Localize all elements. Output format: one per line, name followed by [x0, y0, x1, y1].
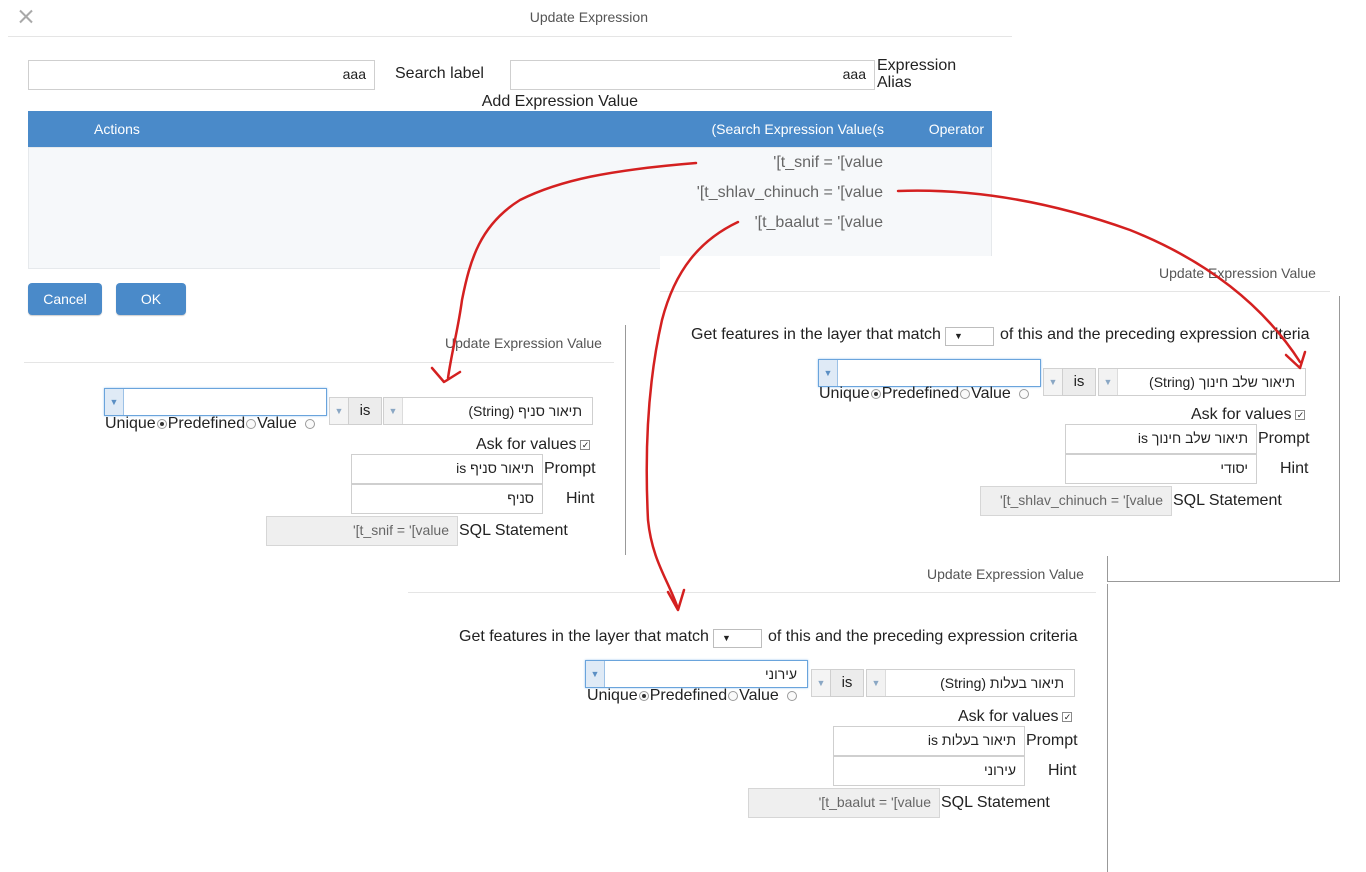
- divider: [8, 36, 1012, 37]
- chevron-down-icon[interactable]: ▼: [811, 669, 831, 697]
- header-operator: Operator: [928, 121, 984, 137]
- operator-select[interactable]: is: [1062, 368, 1096, 396]
- chevron-down-icon[interactable]: ▼: [384, 398, 403, 424]
- panel-border: [625, 325, 626, 555]
- radio-value[interactable]: [246, 418, 257, 429]
- checkbox-checked-icon[interactable]: ✓: [1062, 711, 1073, 722]
- update-expression-value-panel-bottom: Update Expression Value Get features in …: [408, 556, 1108, 872]
- panel-border: [1339, 296, 1340, 582]
- get-features-label: Get features in the layer that match: [459, 628, 709, 645]
- value-combobox[interactable]: ▼: [104, 388, 327, 416]
- match-select[interactable]: ▼: [713, 629, 762, 648]
- field-select[interactable]: ▼ תיאור סניף (String): [383, 397, 593, 425]
- chevron-down-icon[interactable]: ▼: [867, 670, 886, 696]
- search-label-input[interactable]: aaa: [28, 60, 375, 90]
- panel-title: Update Expression Value: [1159, 265, 1316, 281]
- hint-input[interactable]: עירוני: [833, 756, 1025, 786]
- sql-statement-field: '[t_baalut = '[value: [748, 788, 940, 818]
- value-type-radios: Unique Predefined Value: [587, 687, 798, 705]
- radio-predefined[interactable]: [638, 690, 649, 701]
- prompt-label: Prompt: [1026, 732, 1078, 749]
- radio-predefined[interactable]: [870, 388, 881, 399]
- update-expression-value-panel-left: Update Expression Value ▼ ▼ is ▼ תיאור ס…: [0, 325, 630, 560]
- operator-select[interactable]: is: [830, 669, 864, 697]
- divider: [660, 291, 1330, 292]
- value-combobox[interactable]: ▼ עירוני: [585, 660, 808, 688]
- chevron-down-icon[interactable]: ▼: [819, 360, 838, 386]
- radio-value[interactable]: [960, 388, 971, 399]
- sql-statement-label: SQL Statement: [941, 794, 1050, 811]
- hint-label: Hint: [1280, 460, 1309, 477]
- update-expression-value-panel-right: Update Expression Value Get features in …: [660, 256, 1342, 584]
- panel-title: Update Expression Value: [927, 566, 1084, 582]
- radio-unique[interactable]: [1018, 388, 1029, 399]
- divider: [408, 592, 1096, 593]
- ok-button[interactable]: OK: [116, 283, 186, 315]
- chevron-down-icon[interactable]: ▼: [1099, 369, 1118, 395]
- chevron-down-icon[interactable]: ▼: [105, 389, 124, 415]
- ask-for-values-row: Ask for values ✓: [958, 708, 1073, 725]
- sql-statement-field: '[t_snif = '[value: [266, 516, 458, 546]
- radio-predefined[interactable]: [156, 418, 167, 429]
- header-values: (Search Expression Value(s: [711, 121, 884, 137]
- cancel-button[interactable]: Cancel: [28, 283, 102, 315]
- field-select[interactable]: ▼ תיאור בעלות (String): [866, 669, 1075, 697]
- field-select[interactable]: ▼ תיאור שלב חינוך (String): [1098, 368, 1306, 396]
- criteria-label: of this and the preceding expression cri…: [1000, 326, 1310, 343]
- radio-unique[interactable]: [786, 690, 797, 701]
- sql-statement-label: SQL Statement: [1173, 492, 1282, 509]
- list-item[interactable]: '[t_snif = '[value: [773, 154, 883, 172]
- checkbox-checked-icon[interactable]: ✓: [1295, 409, 1306, 420]
- list-item[interactable]: '[t_baalut = '[value: [755, 214, 883, 232]
- expressions-table-header: Operator (Search Expression Value(s Acti…: [28, 111, 992, 147]
- chevron-down-icon[interactable]: ▼: [586, 661, 605, 687]
- close-icon[interactable]: [16, 7, 36, 27]
- radio-value[interactable]: [728, 690, 739, 701]
- chevron-down-icon[interactable]: ▼: [329, 397, 349, 425]
- prompt-input[interactable]: תיאור שלב חינוך is: [1065, 424, 1257, 454]
- dialog-title: Update Expression: [529, 9, 648, 25]
- panel-title: Update Expression Value: [445, 335, 602, 351]
- ask-for-values-row: Ask for values ✓: [476, 436, 591, 453]
- value-combobox[interactable]: ▼: [818, 359, 1041, 387]
- criteria-label: of this and the preceding expression cri…: [768, 628, 1078, 645]
- value-type-radios: Unique Predefined Value: [819, 385, 1030, 403]
- get-features-label: Get features in the layer that match: [691, 326, 941, 343]
- list-item[interactable]: '[t_shlav_chinuch = '[value: [697, 184, 883, 202]
- chevron-down-icon[interactable]: ▼: [1043, 368, 1063, 396]
- expressions-list: '[t_snif = '[value '[t_shlav_chinuch = '…: [28, 147, 992, 269]
- prompt-label: Prompt: [544, 460, 596, 477]
- panel-border-bottom: [1108, 581, 1340, 582]
- ask-for-values-row: Ask for values ✓: [1191, 406, 1306, 423]
- add-expression-value-link[interactable]: Add Expression Value: [482, 93, 638, 111]
- sql-statement-label: SQL Statement: [459, 522, 568, 539]
- expression-alias-input[interactable]: aaa: [510, 60, 875, 90]
- expression-alias-label: Expression Alias: [877, 57, 957, 91]
- hint-input[interactable]: יסודי: [1065, 454, 1257, 484]
- radio-unique[interactable]: [304, 418, 315, 429]
- prompt-input[interactable]: תיאור סניף is: [351, 454, 543, 484]
- divider: [24, 362, 614, 363]
- value-type-radios: Unique Predefined Value: [105, 415, 316, 433]
- prompt-label: Prompt: [1258, 430, 1310, 447]
- hint-label: Hint: [1048, 762, 1077, 779]
- search-label-label: Search label: [395, 65, 484, 82]
- hint-input[interactable]: סניף: [351, 484, 543, 514]
- panel-border: [1107, 584, 1108, 872]
- operator-select[interactable]: is: [348, 397, 382, 425]
- prompt-input[interactable]: תיאור בעלות is: [833, 726, 1025, 756]
- sql-statement-field: '[t_shlav_chinuch = '[value: [980, 486, 1172, 516]
- checkbox-checked-icon[interactable]: ✓: [580, 439, 591, 450]
- hint-label: Hint: [566, 490, 595, 507]
- header-actions: Actions: [94, 121, 140, 137]
- match-select[interactable]: ▼: [945, 327, 994, 346]
